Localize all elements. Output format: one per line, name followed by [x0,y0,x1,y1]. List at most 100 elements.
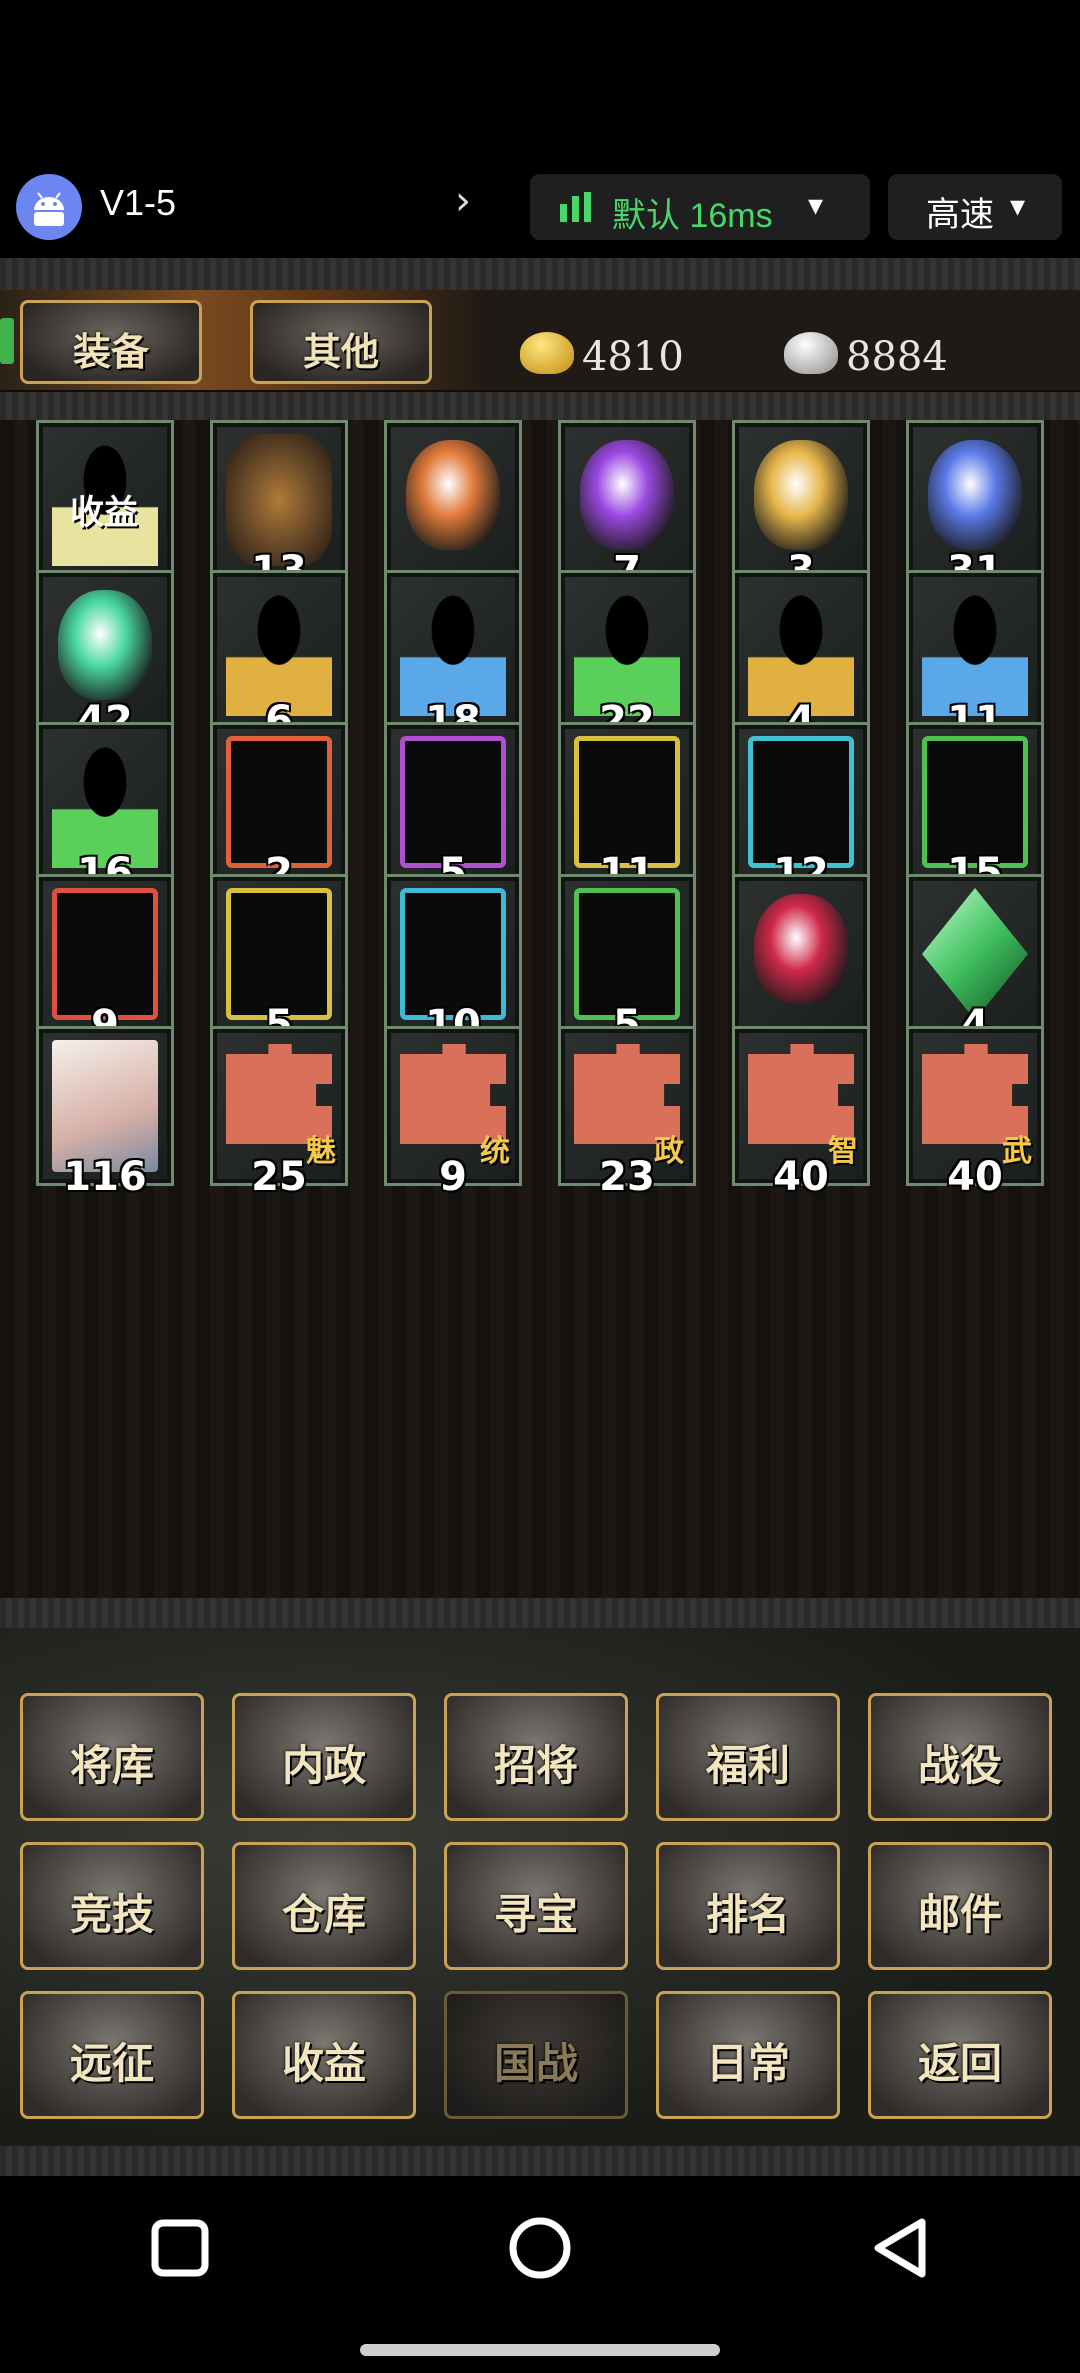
inventory-slot[interactable]: 9 [36,874,174,1048]
cyan-horse-card-icon [748,736,854,868]
item-count: 9 [439,1154,467,1200]
menu-label: 战役 [917,1741,1002,1790]
cyan-seal-card-icon [400,888,506,1020]
tab-equipment[interactable]: 装备 [20,300,202,384]
gold-gem-icon [754,440,848,550]
daily-button[interactable]: 日常 [656,1991,840,2119]
menu-label: 排名 [705,1890,790,1939]
inventory-slot[interactable]: 11 [558,722,696,896]
inventory-slot[interactable]: 13 [210,420,348,594]
caret-down-icon: ▾ [808,188,824,223]
inventory-slot[interactable] [384,420,522,580]
blue-gem-icon [928,440,1022,550]
ranking-button[interactable]: 排名 [656,1842,840,1970]
inventory-slot[interactable]: 18 [384,570,522,744]
speed-label: 高速 [926,195,994,235]
yellow-seal-card-icon [226,888,332,1020]
app-name: V1-5 [100,182,177,223]
red-seal-card-icon [52,888,158,1020]
inventory-slot[interactable]: 5 [210,874,348,1048]
menu-label: 仓库 [281,1890,366,1939]
metal-border [0,2146,1080,2176]
metal-border [0,390,1080,422]
inventory-slot[interactable]: 42 [36,570,174,744]
inventory-slot[interactable]: 6 [210,570,348,744]
inventory-slot[interactable]: 22 [558,570,696,744]
android-icon[interactable] [16,174,82,240]
system-navigation-bar [0,2176,1080,2373]
inventory-slot[interactable]: 16 [36,722,174,896]
inventory-slot[interactable]: 魅 25 [210,1026,348,1200]
return-button[interactable]: 返回 [868,1991,1052,2119]
menu-label: 招将 [493,1741,578,1790]
inventory-slot[interactable]: 5 [384,722,522,896]
inventory-slot[interactable]: 31 [906,420,1044,594]
blue-armor-scroll-icon [400,584,506,716]
item-count: 25 [251,1154,307,1200]
network-label: 默认 16ms [612,197,773,235]
gold-ingot-icon [520,332,574,374]
welfare-button[interactable]: 福利 [656,1693,840,1821]
caret-down-icon: ▾ [1010,189,1026,224]
book-icon [52,1040,158,1172]
yellow-horse-card-icon [574,736,680,868]
metal-border [0,1598,1080,1628]
silver-amount: 8884 [846,334,948,380]
tab-label: 装备 [72,329,149,374]
ruby-orb-icon [754,894,848,1004]
menu-label: 邮件 [917,1890,1002,1939]
recents-square-icon[interactable] [130,2198,230,2298]
inventory-slot[interactable]: 智 40 [732,1026,870,1200]
inventory-slot[interactable]: 统9 [384,1026,522,1200]
inventory-slot[interactable]: 4 [906,874,1044,1048]
metal-border [0,258,1080,292]
storage-button[interactable]: 仓库 [232,1842,416,1970]
signal-bars-icon [560,192,591,222]
campaign-button[interactable]: 战役 [868,1693,1052,1821]
inventory-slot[interactable]: 10 [384,874,522,1048]
item-count: 40 [773,1154,829,1200]
inventory-slot[interactable]: 3 [732,420,870,594]
menu-label: 国战 [493,2039,578,2088]
menu-label: 远征 [69,2039,154,2088]
inventory-slot[interactable]: 11 [906,570,1044,744]
income-button[interactable]: 收益 [232,1991,416,2119]
inventory-slot[interactable]: 4 [732,570,870,744]
mail-button[interactable]: 邮件 [868,1842,1052,1970]
menu-label: 日常 [705,2039,790,2088]
green-horse-card-icon [922,736,1028,868]
back-triangle-icon[interactable] [850,2198,950,2298]
item-count: 23 [599,1154,655,1200]
menu-label: 竞技 [69,1890,154,1939]
inventory-slot[interactable]: 武 40 [906,1026,1044,1200]
warehouse-generals-button[interactable]: 将库 [20,1693,204,1821]
inventory-slot[interactable]: 116 [36,1026,174,1200]
inventory-slot[interactable] [732,874,870,1034]
green-gem-icon [58,590,152,700]
arena-button[interactable]: 竞技 [20,1842,204,1970]
inventory-slot[interactable]: 5 [558,874,696,1048]
nation-war-button[interactable]: 国战 [444,1991,628,2119]
game-screen: 装备 其他 4810 8884 收益1373314261822411162511… [0,258,1080,2176]
recruit-button[interactable]: 招将 [444,1693,628,1821]
menu-label: 福利 [705,1741,790,1790]
home-circle-icon[interactable] [490,2198,590,2298]
slot-badge: 收益 [70,493,138,533]
inventory-slot[interactable]: 收益 [36,420,174,580]
orange-gem-icon [406,440,500,550]
tab-other[interactable]: 其他 [250,300,432,384]
inventory-slot[interactable]: 7 [558,420,696,594]
speed-selector[interactable]: 高速 ▾ [888,174,1062,240]
chevron-right-icon[interactable]: › [455,178,471,224]
treasure-hunt-button[interactable]: 寻宝 [444,1842,628,1970]
green-armor-scroll-icon [574,584,680,716]
inventory-slot[interactable]: 12 [732,722,870,896]
internal-affairs-button[interactable]: 内政 [232,1693,416,1821]
inventory-slot[interactable]: 2 [210,722,348,896]
tab-bar: 装备 其他 4810 8884 [0,290,1080,390]
network-selector[interactable]: 默认 16ms ▾ [530,174,870,240]
inventory-slot[interactable]: 15 [906,722,1044,896]
inventory-slot[interactable]: 政 23 [558,1026,696,1200]
blue-blade-scroll-icon [922,584,1028,716]
expedition-button[interactable]: 远征 [20,1991,204,2119]
